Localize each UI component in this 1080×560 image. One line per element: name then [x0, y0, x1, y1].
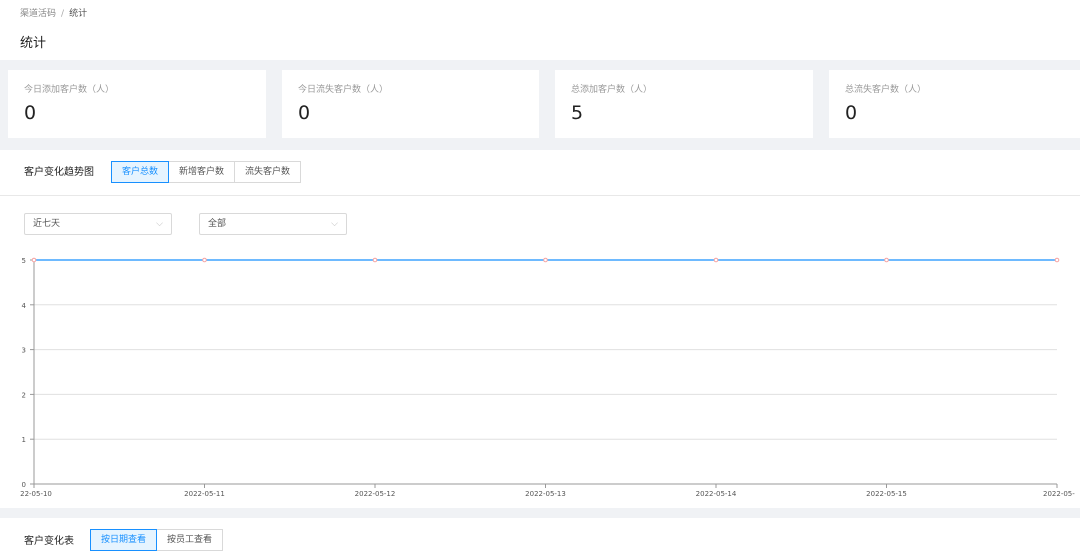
scope-select[interactable]: 全部 ⌵ [199, 213, 347, 235]
breadcrumb-separator: / [61, 9, 65, 19]
chevron-down-icon: ⌵ [156, 219, 163, 229]
tab-total-customers[interactable]: 客户总数 [111, 161, 170, 183]
breadcrumb-current: 统计 [69, 9, 88, 19]
y-tick-label: 3 [22, 347, 26, 355]
stat-value: 0 [298, 102, 311, 124]
stat-value: 5 [571, 102, 584, 124]
page-title: 统计 [20, 36, 47, 51]
stat-card-today-lost: 今日流失客户数（人） 0 [282, 70, 539, 138]
stat-value: 0 [24, 102, 37, 124]
data-point [1054, 257, 1060, 263]
stat-value: 0 [845, 102, 858, 124]
data-point [372, 257, 378, 263]
data-point [713, 257, 719, 263]
stat-label: 总添加客户数（人） [571, 85, 653, 95]
page-header: 渠道活码 / 统计 统计 [0, 0, 1080, 60]
trend-panel: 客户变化趋势图 客户总数 新增客户数 流失客户数 近七天 ⌵ 全部 ⌵ 0 1 2 3… [0, 150, 1080, 508]
chevron-down-icon: ⌵ [331, 219, 338, 229]
data-point [543, 257, 548, 263]
breadcrumb-parent[interactable]: 渠道活码 [20, 9, 56, 19]
x-tick-label: 2022-05-13 [525, 490, 566, 498]
y-tick-label: 2 [22, 391, 26, 399]
data-point [202, 257, 207, 263]
x-tick-label: 22-05-10 [20, 490, 52, 498]
x-tick-label: 2022-05-11 [184, 490, 225, 498]
trend-panel-header: 客户变化趋势图 客户总数 新增客户数 流失客户数 [0, 150, 1080, 196]
data-point [31, 257, 37, 263]
y-tick-label: 5 [22, 257, 26, 265]
trend-metric-tabs: 客户总数 新增客户数 流失客户数 [111, 161, 302, 183]
trend-title: 客户变化趋势图 [24, 167, 94, 178]
data-point [884, 257, 889, 263]
table-view-tabs: 按日期查看 按员工查看 [90, 529, 224, 551]
stat-label: 今日流失客户数（人） [298, 85, 389, 95]
breadcrumb: 渠道活码 / 统计 [20, 6, 87, 19]
table-panel: 客户变化表 按日期查看 按员工查看 [0, 518, 1080, 560]
table-title: 客户变化表 [24, 536, 74, 547]
y-tick-label: 0 [22, 481, 26, 489]
y-tick-label: 4 [22, 302, 27, 310]
trend-line-chart: 0 1 2 3 4 5 22-05-10 2022-05-11 2022-05-12 2022-0… [20, 257, 1075, 498]
tab-lost-customers[interactable]: 流失客户数 [234, 161, 302, 183]
stat-label: 今日添加客户数（人） [24, 85, 115, 95]
date-range-value: 近七天 [33, 219, 61, 229]
stat-card-total-added: 总添加客户数（人） 5 [555, 70, 813, 138]
date-range-select[interactable]: 近七天 ⌵ [24, 213, 172, 235]
x-tick-label: 2022-05-15 [866, 490, 907, 498]
x-tick-label: 2022-05-12 [355, 490, 396, 498]
y-tick-label: 1 [22, 436, 26, 444]
x-tick-label: 2022-05- [1043, 490, 1075, 498]
scope-value: 全部 [208, 219, 227, 229]
x-tick-label: 2022-05-14 [696, 490, 737, 498]
tab-by-employee[interactable]: 按员工查看 [156, 529, 224, 551]
stat-card-total-lost: 总流失客户数（人） 0 [829, 70, 1080, 138]
tab-new-customers[interactable]: 新增客户数 [168, 161, 236, 183]
tab-by-date[interactable]: 按日期查看 [90, 529, 158, 551]
stat-label: 总流失客户数（人） [845, 85, 927, 95]
stat-card-today-added: 今日添加客户数（人） 0 [8, 70, 266, 138]
